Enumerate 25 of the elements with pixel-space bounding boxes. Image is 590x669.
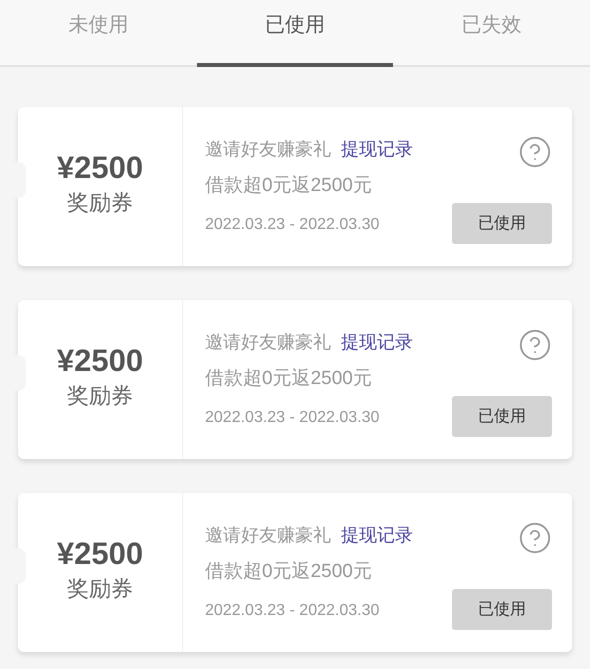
- withdraw-record-link[interactable]: 提现记录: [341, 136, 413, 163]
- coupon-condition: 借款超0元返2500元: [205, 560, 372, 584]
- coupon-condition: 借款超0元返2500元: [205, 174, 372, 198]
- withdraw-record-link[interactable]: 提现记录: [341, 522, 413, 549]
- coupon-amount: ¥2500: [56, 148, 144, 186]
- coupon-type: 奖励券: [67, 382, 133, 410]
- coupon-type: 奖励券: [67, 188, 133, 216]
- coupon-amount: ¥2500: [56, 534, 144, 572]
- status-button[interactable]: 已使用: [452, 589, 552, 630]
- status-button[interactable]: 已使用: [452, 203, 552, 244]
- withdraw-record-link[interactable]: 提现记录: [341, 329, 413, 356]
- coupon-period: 2022.03.23 - 2022.03.30: [205, 408, 380, 428]
- tab[interactable]: 已使用: [196, 0, 394, 67]
- coupon-title: 邀请好友赚豪礼: [205, 331, 331, 354]
- coupon-condition: 借款超0元返2500元: [205, 367, 372, 391]
- help-icon[interactable]: [518, 521, 552, 555]
- help-icon[interactable]: [518, 328, 552, 362]
- coupon-title: 邀请好友赚豪礼: [205, 138, 331, 161]
- coupon-period: 2022.03.23 - 2022.03.30: [205, 600, 380, 620]
- coupon-type: 奖励券: [67, 574, 133, 602]
- coupon-period: 2022.03.23 - 2022.03.30: [205, 214, 380, 234]
- coupon-title: 邀请好友赚豪礼: [205, 524, 331, 547]
- status-button[interactable]: 已使用: [452, 396, 552, 437]
- coupon-amount: ¥2500: [56, 342, 144, 380]
- help-icon[interactable]: [518, 135, 552, 169]
